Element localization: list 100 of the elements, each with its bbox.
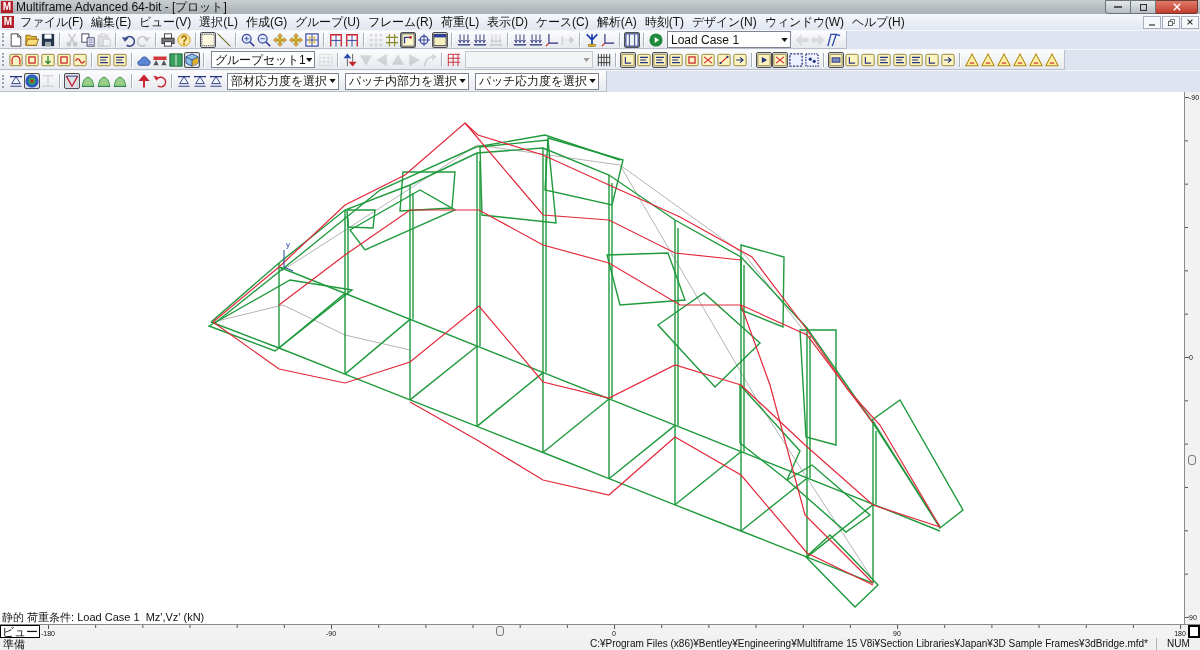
dashed-rectangle-button[interactable] xyxy=(200,31,216,48)
lined-card-button[interactable] xyxy=(96,51,112,68)
menu-item[interactable]: ウィンドウ(W) xyxy=(760,16,848,28)
cross-card-button[interactable] xyxy=(700,51,716,68)
restore-button[interactable] xyxy=(1162,15,1180,29)
dropdown[interactable]: パッチ内部力を選択 xyxy=(345,72,469,90)
up-down-arrows-button[interactable] xyxy=(342,51,358,68)
lined-card-button[interactable] xyxy=(892,51,908,68)
slanted-lines-button[interactable] xyxy=(826,31,842,48)
up-arrow-button[interactable] xyxy=(136,73,152,89)
frame-button[interactable] xyxy=(328,31,344,48)
menu-item[interactable]: 編集(E) xyxy=(87,16,136,28)
dashed-square-button[interactable] xyxy=(788,51,804,68)
menu-item[interactable]: ヘルプ(H) xyxy=(848,16,909,28)
bar-card-button[interactable] xyxy=(828,51,844,68)
print-button[interactable] xyxy=(160,31,176,48)
lined-card-button[interactable] xyxy=(636,51,652,68)
minimize-button[interactable] xyxy=(1105,0,1131,14)
axes-button[interactable] xyxy=(600,31,616,48)
disk-button[interactable] xyxy=(40,31,56,48)
corner-card-button[interactable] xyxy=(844,51,860,68)
frame-button[interactable] xyxy=(344,31,360,48)
warning-triangle-button[interactable] xyxy=(1044,51,1060,68)
window-button[interactable] xyxy=(432,31,448,48)
play-button[interactable] xyxy=(648,31,664,48)
hatch-button[interactable] xyxy=(596,51,612,68)
view-tab[interactable]: ビュー xyxy=(0,625,40,638)
warning-triangle-button[interactable] xyxy=(996,51,1012,68)
four-arrows-button[interactable] xyxy=(288,31,304,48)
warning-triangle-button[interactable] xyxy=(980,51,996,68)
status-message: 準備 xyxy=(2,638,25,650)
triangle-support-button[interactable] xyxy=(8,73,24,89)
help-button[interactable] xyxy=(176,31,192,48)
menu-item[interactable]: 解析(A) xyxy=(592,16,641,28)
arrow-card-button[interactable] xyxy=(732,51,748,68)
lined-card-button[interactable] xyxy=(908,51,924,68)
load-arrows-button[interactable] xyxy=(472,31,488,48)
warning-triangle-button[interactable] xyxy=(1012,51,1028,68)
panel-button[interactable] xyxy=(624,31,640,48)
cube-button[interactable] xyxy=(184,51,200,68)
menu-item[interactable]: 作成(G) xyxy=(242,16,292,28)
arrow-card-button[interactable] xyxy=(940,51,956,68)
menu-item[interactable]: 時刻(T) xyxy=(640,16,688,28)
dropdown[interactable]: パッチ応力度を選択 xyxy=(475,72,599,90)
dotted-square-button[interactable] xyxy=(804,51,820,68)
triangle-support-button[interactable] xyxy=(176,73,192,89)
maximize-button[interactable] xyxy=(1131,0,1156,14)
curved-arrow-button[interactable] xyxy=(152,73,168,89)
close-button[interactable] xyxy=(1181,15,1199,29)
target-button[interactable] xyxy=(24,73,40,89)
arch-card-button[interactable] xyxy=(8,51,24,68)
axes-button[interactable] xyxy=(544,31,560,48)
dropdown[interactable]: グループセット1 xyxy=(211,51,315,68)
caret-icon xyxy=(589,79,596,83)
triangle-support-button[interactable] xyxy=(192,73,208,89)
lined-card-button[interactable] xyxy=(668,51,684,68)
menu-item[interactable]: 荷重(L) xyxy=(436,16,484,28)
copy-button[interactable] xyxy=(80,31,96,48)
lined-card-button[interactable] xyxy=(112,51,128,68)
crosshair-button[interactable] xyxy=(416,31,432,48)
v-shape-button[interactable] xyxy=(64,73,80,89)
lined-card-button[interactable] xyxy=(652,51,668,68)
grid-button[interactable] xyxy=(384,31,400,48)
lined-card-button[interactable] xyxy=(876,51,892,68)
menu-item[interactable]: ファイル(F) xyxy=(16,16,88,28)
dropdown[interactable]: Load Case 1 xyxy=(667,31,791,48)
link-card-button[interactable] xyxy=(716,51,732,68)
diagonal-line-button[interactable] xyxy=(216,31,232,48)
wave-card-button[interactable] xyxy=(72,51,88,68)
table-button[interactable] xyxy=(446,51,462,68)
zoom-out-button[interactable] xyxy=(256,31,272,48)
menu-item[interactable]: ケース(C) xyxy=(532,16,593,28)
split-square-button[interactable] xyxy=(168,51,184,68)
corner-card-button[interactable] xyxy=(860,51,876,68)
menu-item[interactable]: デザイン(N) xyxy=(688,16,761,28)
scroll-thumb[interactable] xyxy=(496,626,504,636)
menu-item[interactable]: フレーム(R) xyxy=(364,16,437,28)
scroll-thumb[interactable] xyxy=(1188,455,1196,465)
cross-card-button[interactable] xyxy=(772,51,788,68)
zoom-in-button[interactable] xyxy=(240,31,256,48)
trident-button[interactable] xyxy=(584,31,600,48)
menu-item[interactable]: ビュー(V) xyxy=(135,16,196,28)
load-arrows-button[interactable] xyxy=(456,31,472,48)
play-card-button[interactable] xyxy=(756,51,772,68)
load-arrows-button[interactable] xyxy=(512,31,528,48)
corner-square-button[interactable] xyxy=(400,31,416,48)
warning-triangle-button[interactable] xyxy=(1028,51,1044,68)
corner-card-button[interactable] xyxy=(924,51,940,68)
corner-card-button[interactable] xyxy=(620,51,636,68)
triangle-support-button[interactable] xyxy=(208,73,224,89)
warning-triangle-button[interactable] xyxy=(964,51,980,68)
grid-frame-button[interactable] xyxy=(304,31,320,48)
menu-item[interactable]: 選択(L) xyxy=(195,16,242,28)
dropdown[interactable]: 部材応力度を選択 xyxy=(227,72,339,90)
menu-item[interactable]: グループ(U) xyxy=(291,16,364,28)
load-arrows-button[interactable] xyxy=(528,31,544,48)
page-button[interactable] xyxy=(8,31,24,48)
menu-item[interactable]: 表示(D) xyxy=(483,16,532,28)
minimize-button[interactable] xyxy=(1143,15,1161,29)
close-button[interactable] xyxy=(1156,0,1198,14)
